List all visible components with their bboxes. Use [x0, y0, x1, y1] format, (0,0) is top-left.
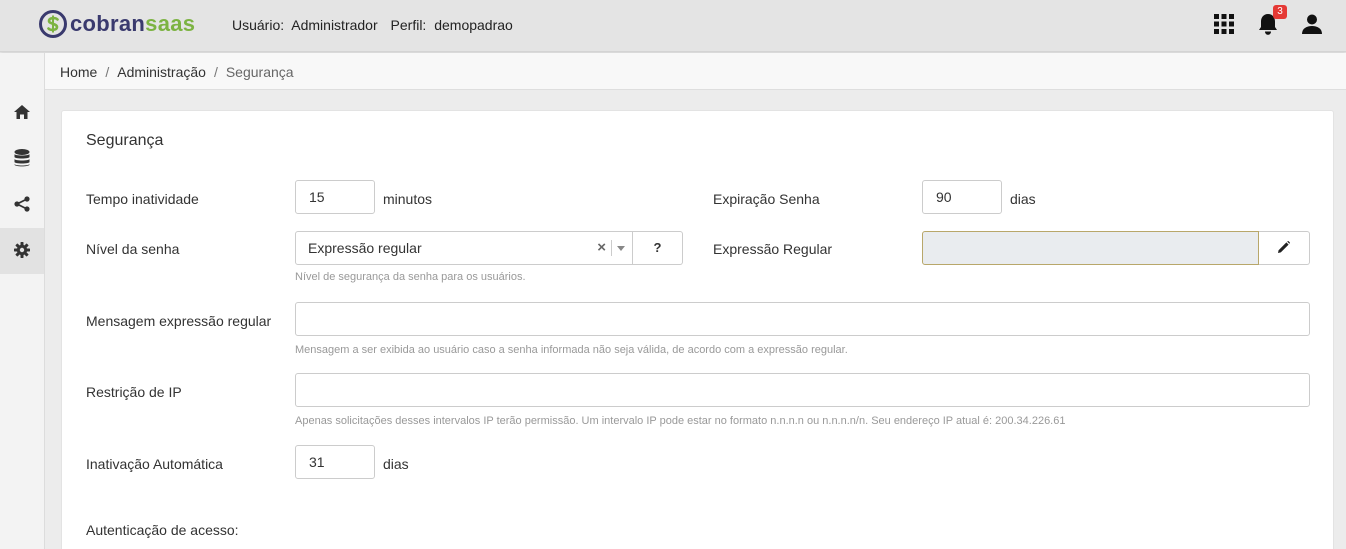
nivel-senha-selected: Expressão regular	[308, 240, 422, 256]
sidebar-item-home[interactable]	[0, 90, 44, 136]
mensagem-label: Mensagem expressão regular	[86, 313, 272, 329]
apps-grid-icon[interactable]	[1212, 12, 1236, 36]
notification-badge: 3	[1273, 5, 1287, 19]
expressao-regular-input[interactable]	[922, 231, 1259, 265]
security-form-card: Segurança Tempo inatividade 15 minutos E…	[61, 110, 1334, 549]
expiracao-senha-input[interactable]: 90	[922, 180, 1002, 214]
logo-text: cobransaas	[70, 11, 196, 36]
sidebar-item-database[interactable]	[0, 136, 44, 182]
gear-icon	[14, 241, 30, 261]
tempo-inatividade-label: Tempo inatividade	[86, 191, 199, 207]
autenticacao-label: Autenticação de acesso:	[86, 522, 239, 538]
user-label: Usuário:	[232, 17, 285, 33]
edit-regex-button[interactable]	[1259, 231, 1310, 265]
nivel-senha-help-button[interactable]: ?	[633, 231, 683, 265]
sidebar-item-share[interactable]	[0, 182, 44, 228]
page-title: Segurança	[86, 132, 164, 149]
expiracao-senha-unit: dias	[1010, 191, 1036, 207]
inativacao-input[interactable]: 31	[295, 445, 375, 479]
top-icons: 3	[1192, 5, 1324, 36]
breadcrumb-separator: /	[105, 64, 110, 80]
profile-label: Perfil:	[390, 17, 427, 33]
logo-icon	[38, 9, 68, 39]
user-info: Usuário: Administrador Perfil: demopadra…	[232, 17, 517, 33]
database-icon	[14, 148, 30, 170]
sidebar-item-settings[interactable]	[0, 228, 44, 274]
chevron-down-icon[interactable]	[617, 246, 625, 251]
breadcrumb-separator: /	[213, 64, 218, 80]
mensagem-help: Mensagem a ser exibida ao usuário caso a…	[295, 344, 848, 356]
tempo-inatividade-input[interactable]: 15	[295, 180, 375, 214]
nivel-senha-help: Nível de segurança da senha para os usuá…	[295, 271, 526, 283]
breadcrumb: Home / Administração / Segurança	[45, 53, 1346, 90]
user-value: Administrador	[291, 17, 378, 33]
breadcrumb-admin[interactable]: Administração	[117, 64, 206, 80]
tempo-inatividade-unit: minutos	[383, 191, 433, 207]
profile-value: demopadrao	[434, 17, 513, 33]
restricao-ip-label: Restrição de IP	[86, 384, 182, 400]
restricao-ip-input[interactable]	[295, 373, 1310, 407]
app-logo[interactable]: cobransaas	[38, 8, 195, 40]
clear-selection-icon[interactable]: ×	[597, 232, 606, 264]
restricao-ip-help: Apenas solicitações desses intervalos IP…	[295, 415, 1066, 427]
nivel-senha-select[interactable]: Expressão regular ×	[295, 231, 633, 265]
inativacao-unit: dias	[383, 456, 409, 472]
home-icon	[14, 104, 30, 122]
breadcrumb-home[interactable]: Home	[60, 64, 97, 80]
share-icon	[14, 195, 30, 215]
mensagem-input[interactable]	[295, 302, 1310, 336]
inativacao-label: Inativação Automática	[86, 456, 223, 472]
user-icon[interactable]	[1300, 12, 1324, 36]
pencil-icon	[1278, 240, 1290, 256]
sidebar	[0, 53, 45, 549]
top-bar: cobransaas Usuário: Administrador Perfil…	[0, 0, 1346, 52]
expressao-regular-label: Expressão Regular	[713, 241, 833, 257]
breadcrumb-current: Segurança	[225, 64, 294, 80]
nivel-senha-label: Nível da senha	[86, 241, 180, 257]
expiracao-senha-label: Expiração Senha	[713, 191, 820, 207]
select-divider	[611, 240, 612, 256]
bell-icon[interactable]: 3	[1256, 5, 1287, 36]
